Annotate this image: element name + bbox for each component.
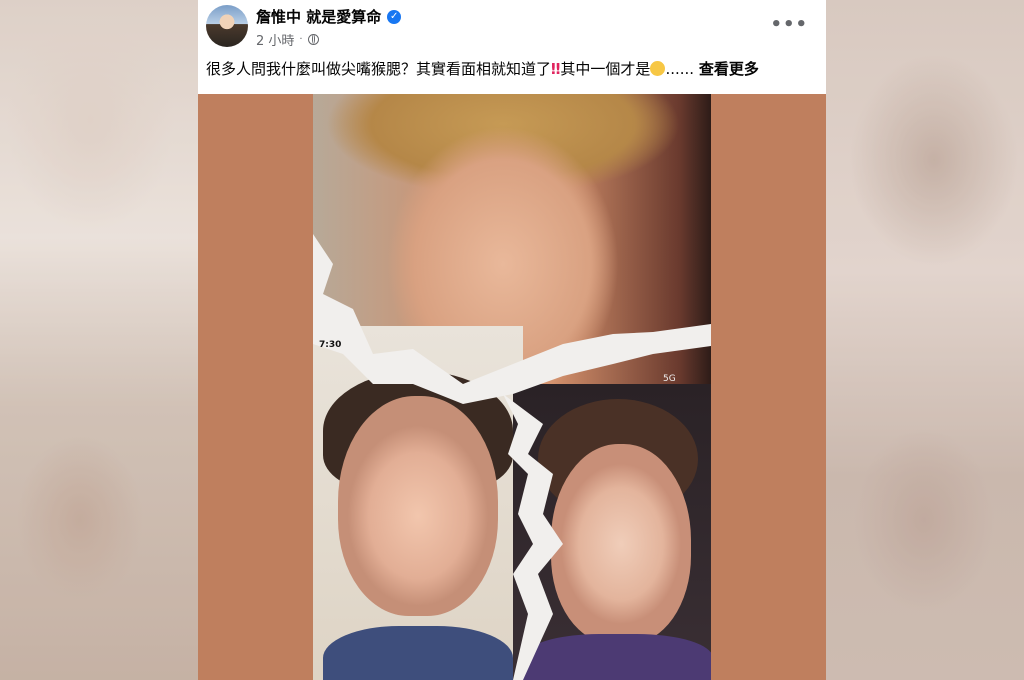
- phone-status-time: 7:30: [319, 340, 342, 350]
- post-meta: 2 小時 ·: [256, 30, 319, 49]
- post-text: 很多人問我什麼叫做尖嘴猴腮？其實看面相就知道了‼其中一個才是...... 查看更…: [206, 58, 826, 79]
- torn-paper-edges: [313, 234, 711, 680]
- photo-collage: 7:30 5G: [313, 94, 711, 680]
- post-card: 詹惟中 就是愛算命 ✓ 2 小時 · ••• 很多人問我什麼叫做尖嘴猴腮？其實看…: [198, 0, 826, 680]
- author-name[interactable]: 詹惟中 就是愛算命: [256, 6, 381, 27]
- meta-separator: ·: [299, 34, 303, 45]
- author-avatar[interactable]: [206, 5, 248, 47]
- double-exclamation-icon: ‼: [551, 60, 561, 78]
- phone-status-network: 5G: [663, 374, 676, 384]
- verified-badge-icon: ✓: [387, 9, 402, 24]
- author-row: 詹惟中 就是愛算命 ✓: [256, 6, 402, 27]
- post-text-mid: 其中一個才是: [560, 60, 651, 78]
- see-more-link[interactable]: 查看更多: [699, 60, 759, 78]
- post-time[interactable]: 2 小時: [256, 30, 294, 49]
- post-header: 詹惟中 就是愛算命 ✓ 2 小時 · •••: [198, 0, 826, 54]
- rofl-emoji-icon: [650, 61, 666, 76]
- post-text-ellipsis: ......: [665, 60, 695, 78]
- more-options-icon[interactable]: •••: [770, 14, 808, 35]
- globe-icon: [307, 34, 319, 45]
- post-text-main: 很多人問我什麼叫做尖嘴猴腮？其實看面相就知道了: [206, 60, 552, 78]
- post-image[interactable]: 7:30 5G: [198, 94, 826, 680]
